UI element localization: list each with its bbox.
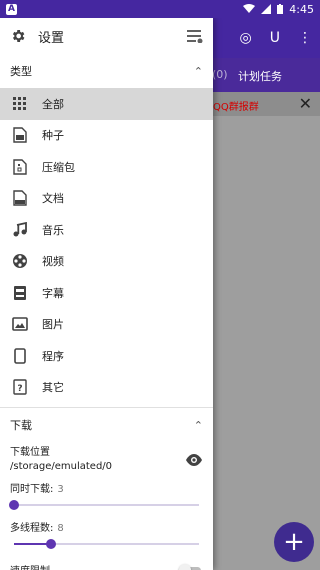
category-item-torrent[interactable]: 种子 [0,120,213,152]
speed-limit-label: 速度限制 [10,562,50,570]
category-item-video[interactable]: 视频 [0,246,213,278]
category-label: 全部 [42,97,64,111]
signal-icon [261,4,272,14]
categories-section-header[interactable]: 类型 ⌃ [0,54,213,88]
category-item-all[interactable]: 全部 [0,88,213,120]
filter-settings-icon[interactable] [187,29,203,43]
download-location-row[interactable]: 下载位置 /storage/emulated/0 [10,446,203,474]
svg-text:?: ? [17,384,22,394]
music-note-icon [12,221,28,238]
simultaneous-value: 3 [57,484,64,495]
add-download-button[interactable]: + [274,522,314,562]
category-label: 字幕 [42,286,64,300]
category-label: 程序 [42,349,64,363]
category-item-document[interactable]: 文档 [0,183,213,215]
subtitle-file-icon [12,285,28,301]
eye-icon[interactable] [185,454,203,466]
category-list: 全部 种子 压缩包 文档 音乐 视频 字幕 图片 程序 ? 其它 [0,88,213,403]
category-item-archive[interactable]: 压缩包 [0,151,213,183]
categories-header-label: 类型 [10,65,32,78]
banner-text[interactable]: QQ群报群 [213,98,259,113]
slider-thumb[interactable] [9,500,19,510]
drawer-title[interactable]: 设置 [38,27,64,46]
category-item-music[interactable]: 音乐 [0,214,213,246]
close-icon[interactable]: ✕ [299,94,312,113]
download-settings: 下载位置 /storage/emulated/0 同时下载:3 多线程数:8 速… [0,446,213,570]
speed-limit-row[interactable]: 速度限制 [10,562,203,570]
category-item-other[interactable]: ? 其它 [0,372,213,404]
tab-active-count[interactable]: (0) [212,68,228,81]
download-location-label: 下载位置 [10,447,50,458]
simultaneous-downloads-label: 同时下载: 3 [10,480,203,495]
globe-icon[interactable]: ◎ [240,30,252,46]
threads-label-text: 多线程数: [10,523,54,534]
category-label: 压缩包 [42,160,75,174]
thread-count-slider[interactable] [14,536,199,552]
category-item-app[interactable]: 程序 [0,340,213,372]
category-label: 图片 [42,318,64,332]
category-label: 其它 [42,381,64,395]
wifi-icon [243,4,256,13]
drawer-header: 设置 [0,18,213,54]
speed-limit-toggle[interactable] [179,563,203,570]
magnet-icon[interactable]: U [270,30,280,46]
category-item-image[interactable]: 图片 [0,309,213,341]
film-reel-icon [12,253,28,269]
slider-track [14,504,199,506]
archive-file-icon [12,159,28,175]
navigation-drawer: 设置 类型 ⌃ 全部 种子 压缩包 文档 音乐 视频 字幕 图片 程序 ? 其它… [0,18,213,570]
thread-count-label: 多线程数: 8 [10,519,203,534]
simultaneous-downloads-slider[interactable] [9,497,199,513]
simultaneous-label-text: 同时下载: [10,484,54,495]
status-bar: A 4:45 [0,0,320,18]
category-label: 视频 [42,255,64,269]
tab-scheduled[interactable]: 计划任务 [238,68,282,84]
clock: 4:45 [289,2,314,16]
gear-icon[interactable] [10,28,26,44]
category-item-subtitle[interactable]: 字幕 [0,277,213,309]
phone-app-icon [12,347,28,364]
grid-icon [12,96,28,112]
torrent-file-icon [12,127,28,143]
download-header-label: 下载 [10,419,32,432]
chevron-up-icon[interactable]: ⌃ [194,65,203,78]
slider-thumb[interactable] [46,539,56,549]
download-location-path: /storage/emulated/0 [10,461,113,472]
unknown-file-icon: ? [12,379,28,395]
warning-icon: A [6,3,17,15]
category-label: 文档 [42,192,64,206]
toggle-thumb [179,563,191,570]
image-icon [12,316,28,332]
document-file-icon [12,190,28,206]
download-section-header[interactable]: 下载 ⌃ [0,408,213,442]
more-vert-icon[interactable]: ⋮ [298,30,312,46]
battery-icon [277,4,284,14]
category-label: 种子 [42,129,64,143]
chevron-up-icon[interactable]: ⌃ [194,419,203,432]
category-label: 音乐 [42,223,64,237]
threads-value: 8 [57,523,64,534]
